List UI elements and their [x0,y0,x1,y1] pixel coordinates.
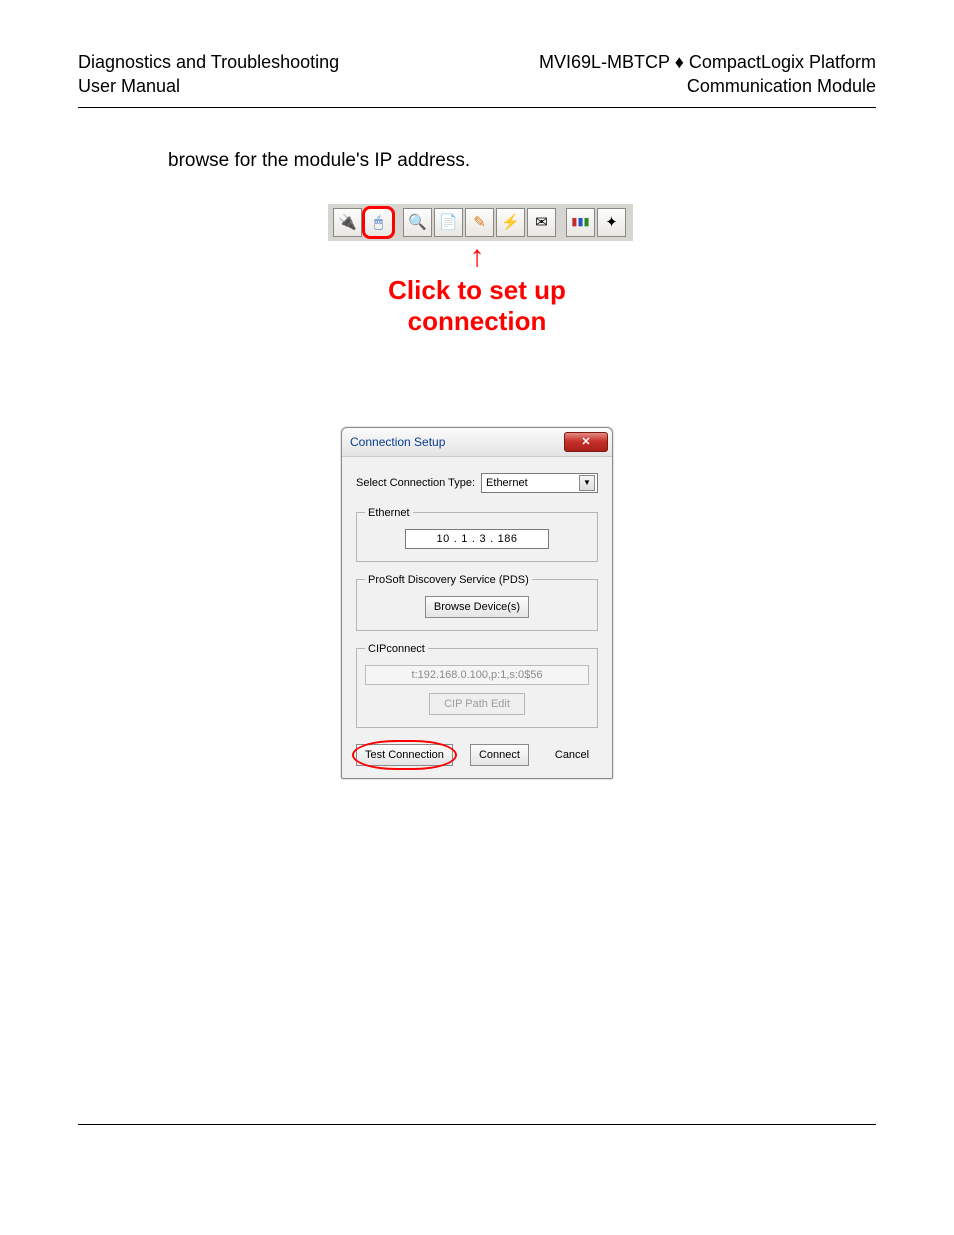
connection-type-select[interactable]: Ethernet ▼ [481,473,598,493]
document-icon[interactable]: 📄 [434,208,463,237]
header-right-line2: Communication Module [539,74,876,98]
dialog-buttons-row: Test Connection Connect Cancel [356,740,598,766]
send-icon[interactable]: ✉ [527,208,556,237]
test-connection-button[interactable]: Test Connection [356,744,453,766]
annotation-text: Click to set up connection [328,275,626,337]
pds-group: ProSoft Discovery Service (PDS) Browse D… [356,574,598,631]
chart-icon[interactable]: ▮▮▮ [566,208,595,237]
ip-octet-3: 3 [479,533,486,545]
dialog-title: Connection Setup [350,435,564,449]
cip-path-value: t:192.168.0.100,p:1,s:0$56 [365,665,589,685]
cipconnect-group: CIPconnect t:192.168.0.100,p:1,s:0$56 CI… [356,643,598,728]
connection-type-row: Select Connection Type: Ethernet ▼ [356,473,598,493]
header-left-line2: User Manual [78,74,339,98]
close-button[interactable]: ✕ [564,432,608,452]
annotation-arrow-icon: ↑ [328,245,626,269]
ip-address-input[interactable]: 10. 1. 3. 186 [405,529,549,549]
header-right-line1: MVI69L-MBTCP ♦ CompactLogix Platform [539,50,876,74]
intro-text: browse for the module's IP address. [168,150,876,172]
chevron-down-icon: ▼ [579,475,595,491]
toolbar-figure: 🔌 🖱 🔍 📄 ✎ ⚡ ✉ ▮▮▮ ✦ ↑ Click to set up co… [328,204,626,337]
pds-legend: ProSoft Discovery Service (PDS) [365,574,532,586]
ip-octet-2: 1 [461,533,468,545]
ethernet-group: Ethernet 10. 1. 3. 186 [356,507,598,562]
close-icon: ✕ [581,435,590,448]
refresh-icon[interactable]: 🔍 [403,208,432,237]
edit-icon[interactable]: ✎ [465,208,494,237]
connect-icon[interactable]: 🔌 [333,208,362,237]
connection-type-value: Ethernet [486,477,528,489]
ethernet-legend: Ethernet [365,507,413,519]
header-divider [78,107,876,108]
connect-button[interactable]: Connect [470,744,529,766]
test-connection-highlight: Test Connection [356,744,453,766]
dialog-body: Select Connection Type: Ethernet ▼ Ether… [342,457,612,778]
page-header: Diagnostics and Troubleshooting User Man… [78,50,876,99]
setup-connection-icon[interactable]: 🖱 [364,208,393,237]
connection-setup-dialog: Connection Setup ✕ Select Connection Typ… [341,427,613,779]
header-right: MVI69L-MBTCP ♦ CompactLogix Platform Com… [539,50,876,99]
ip-octet-4: 186 [498,533,518,545]
cip-path-edit-button[interactable]: CIP Path Edit [429,693,525,715]
cancel-button[interactable]: Cancel [546,744,598,766]
ip-octet-1: 10 [436,533,449,545]
footer-divider [78,1124,876,1125]
connection-type-label: Select Connection Type: [356,477,475,489]
transfer-icon[interactable]: ⚡ [496,208,525,237]
cipconnect-legend: CIPconnect [365,643,428,655]
dialog-titlebar: Connection Setup ✕ [342,428,612,457]
toolbar: 🔌 🖱 🔍 📄 ✎ ⚡ ✉ ▮▮▮ ✦ [328,204,633,241]
manual-page: Diagnostics and Troubleshooting User Man… [0,0,954,1235]
header-left: Diagnostics and Troubleshooting User Man… [78,50,339,99]
browse-devices-button[interactable]: Browse Device(s) [425,596,529,618]
header-left-line1: Diagnostics and Troubleshooting [78,50,339,74]
tools-icon[interactable]: ✦ [597,208,626,237]
